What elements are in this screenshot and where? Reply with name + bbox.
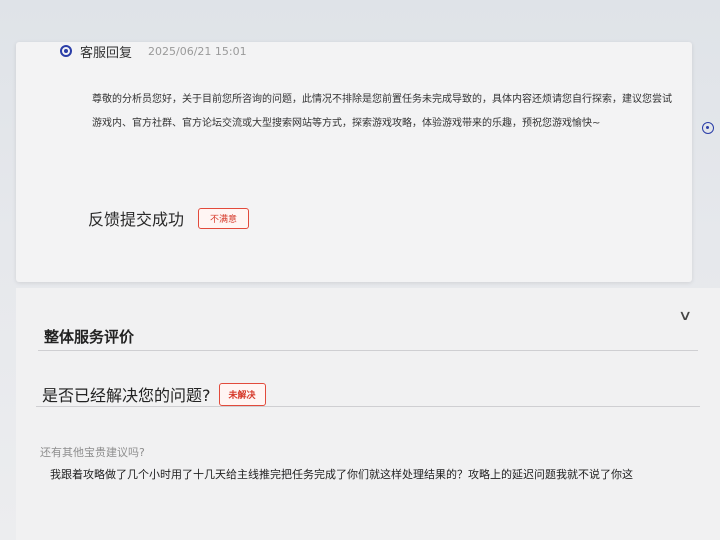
suggestion-textarea[interactable]: 我跟着攻略做了几个小时用了十几天给主线推完把任务完成了你们就这样处理结果的？攻略… — [50, 466, 710, 482]
reply-author: 客服回复 — [80, 45, 133, 61]
reply-message: 尊敬的分析员您好，关于目前您所咨询的问题，此情况不排除是您前置任务未完成导致的，… — [92, 94, 672, 129]
divider — [38, 350, 698, 351]
answer-tag-unsolved[interactable]: 未解决 — [218, 382, 266, 406]
service-evaluation-panel: ∨ 整体服务评价 是否已经解决您的问题? 未解决 还有其他宝贵建议吗? 我跟着攻… — [16, 288, 720, 540]
screen: 客服回复 2025/06/21 15:01 尊敬的分析员您好，关于目前您所咨询的… — [0, 0, 720, 540]
feedback-row: 反馈提交成功 不满意 — [88, 206, 250, 230]
solved-question: 是否已经解决您的问题? — [42, 386, 211, 405]
chevron-down-icon[interactable]: ∨ — [678, 308, 692, 324]
rating-tag-unsatisfied[interactable]: 不满意 — [198, 207, 250, 229]
solved-question-row: 是否已经解决您的问题? 未解决 — [42, 382, 266, 406]
reply-header: 客服回复 2025/06/21 15:01 — [60, 42, 247, 61]
feedback-status: 反馈提交成功 — [88, 210, 185, 229]
suggestion-label: 还有其他宝贵建议吗? — [40, 446, 145, 459]
reply-timestamp: 2025/06/21 15:01 — [148, 44, 247, 58]
divider — [36, 406, 700, 407]
radio-dot-icon[interactable] — [702, 122, 714, 134]
evaluation-title: 整体服务评价 — [44, 328, 135, 346]
reply-card: 客服回复 2025/06/21 15:01 尊敬的分析员您好，关于目前您所咨询的… — [16, 42, 692, 282]
radio-dot-icon — [60, 45, 72, 57]
